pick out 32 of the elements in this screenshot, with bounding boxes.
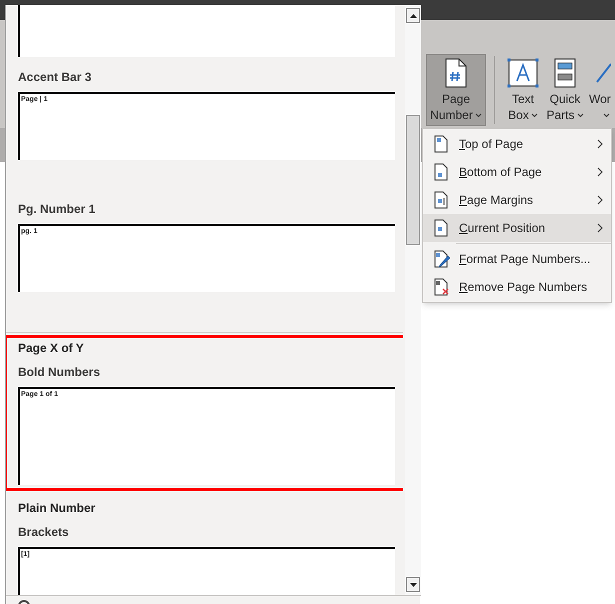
ribbon-button[interactable]: Wor <box>588 54 615 126</box>
document-icon <box>554 58 576 88</box>
group-heading: Plain Number <box>18 500 96 517</box>
triangle-down-icon <box>410 582 416 586</box>
page-icon <box>445 58 467 88</box>
menu-item[interactable]: Current Position <box>423 214 611 242</box>
scroll-down-button[interactable] <box>406 577 420 592</box>
scrollbar[interactable] <box>405 5 421 595</box>
menu-item[interactable]: Remove Page Numbers <box>423 273 611 301</box>
text-box-icon <box>507 58 539 88</box>
menu-item[interactable]: Page Margins <box>423 186 611 214</box>
page-icon <box>433 135 450 153</box>
preview-thumbnail[interactable] <box>18 5 395 57</box>
triangle-up-icon <box>410 14 416 18</box>
item-title: Pg. Number 1 <box>18 201 96 218</box>
item-title: Brackets <box>18 524 69 541</box>
page-icon <box>433 163 450 181</box>
item-title: Bold Numbers <box>18 364 100 381</box>
menu-item[interactable]: Format Page Numbers... <box>423 245 611 273</box>
menu-item[interactable]: Bottom of Page <box>423 158 611 186</box>
page-pencil-icon <box>433 250 450 268</box>
item-title: Accent Bar 3 <box>18 69 92 86</box>
text-box-button[interactable]: Text Box <box>503 54 543 126</box>
scrollbar-thumb[interactable] <box>406 115 420 245</box>
group-heading: Page X of Y <box>18 340 84 357</box>
quick-parts-button[interactable]: Quick Parts <box>545 54 585 126</box>
scroll-up-button[interactable] <box>406 8 420 23</box>
page-number-button[interactable]: Page Number <box>426 54 486 126</box>
menu-item[interactable]: Top of Page <box>423 130 611 158</box>
page-icon <box>433 191 450 209</box>
page-delete-icon <box>433 278 450 296</box>
page-icon <box>433 219 450 237</box>
